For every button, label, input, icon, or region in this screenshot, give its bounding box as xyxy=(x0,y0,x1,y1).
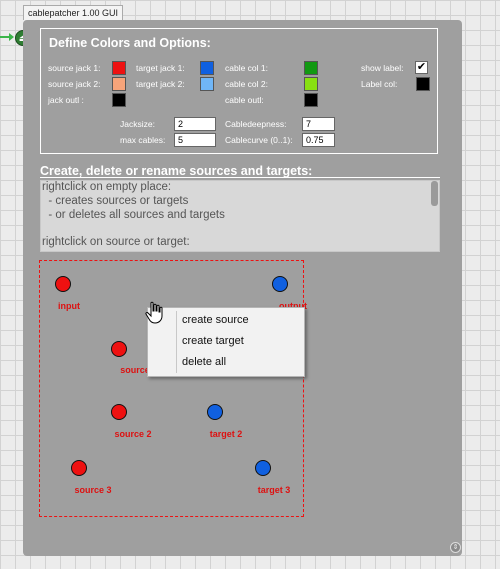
resize-handle-icon[interactable]: ⇕ xyxy=(450,542,461,553)
cable-col-1-label: cable col 1: xyxy=(225,63,268,73)
cable-outline-swatch[interactable] xyxy=(304,93,318,107)
cabledeepness-field[interactable]: 7 xyxy=(302,117,335,131)
max-cables-label: max cables: xyxy=(120,135,166,145)
cabledeepness-label: Cabledeepness: xyxy=(225,119,287,129)
source-jack-1-label: source jack 1: xyxy=(48,63,101,73)
help-line: rightclick on source or target: xyxy=(42,236,190,248)
patch-cord-arrow xyxy=(9,33,14,41)
source-jack-source[interactable] xyxy=(111,341,127,357)
menu-item-create-target[interactable]: create target xyxy=(148,331,304,352)
source-jack-input[interactable] xyxy=(55,276,71,292)
node-label-source-2: source 2 xyxy=(114,429,152,439)
cable-outline-label: cable outl: xyxy=(225,95,264,105)
cable-col-2-swatch[interactable] xyxy=(304,77,318,91)
node-label-target-3: target 3 xyxy=(257,485,291,495)
help-title-rule xyxy=(40,177,440,178)
show-label-checkbox[interactable]: ✔ xyxy=(415,61,428,74)
target-jack-2-label: target jack 2: xyxy=(136,79,185,89)
max-cables-field[interactable]: 5 xyxy=(174,133,216,147)
source-jack-source-3[interactable] xyxy=(71,460,87,476)
patch-canvas[interactable] xyxy=(39,260,304,517)
cablecurve-label: Cablecurve (0..1): xyxy=(225,135,293,145)
label-col-label: Label col: xyxy=(361,79,398,89)
menu-item-delete-all[interactable]: delete all xyxy=(148,352,304,373)
target-jack-target-3[interactable] xyxy=(255,460,271,476)
jacksize-field[interactable]: 2 xyxy=(174,117,216,131)
target-jack-output[interactable] xyxy=(272,276,288,292)
help-scrollbar[interactable] xyxy=(431,181,438,206)
help-line: - creates sources or targets xyxy=(42,195,189,207)
source-jack-1-swatch[interactable] xyxy=(112,61,126,75)
cable-col-1-swatch[interactable] xyxy=(304,61,318,75)
help-line: rightclick on empty place: xyxy=(42,181,172,193)
context-menu: create source create target delete all xyxy=(147,307,305,377)
target-jack-1-label: target jack 1: xyxy=(136,63,185,73)
target-jack-target-2[interactable] xyxy=(207,404,223,420)
jack-outline-swatch[interactable] xyxy=(112,93,126,107)
source-jack-2-label: source jack 2: xyxy=(48,79,101,89)
target-jack-2-swatch[interactable] xyxy=(200,77,214,91)
show-label-label: show label: xyxy=(361,63,404,73)
source-jack-2-swatch[interactable] xyxy=(112,77,126,91)
target-jack-1-swatch[interactable] xyxy=(200,61,214,75)
node-label-target-2: target 2 xyxy=(209,429,243,439)
cable-col-2-label: cable col 2: xyxy=(225,79,268,89)
jacksize-label: Jacksize: xyxy=(120,119,155,129)
hand-cursor-icon xyxy=(145,301,163,324)
node-label-source: source xyxy=(120,365,150,375)
help-textbox[interactable]: rightclick on empty place: - creates sou… xyxy=(40,180,440,252)
label-col-swatch[interactable] xyxy=(416,77,430,91)
node-label-source-3: source 3 xyxy=(74,485,112,495)
help-title: Create, delete or rename sources and tar… xyxy=(40,164,313,178)
jack-outline-label: jack outl : xyxy=(48,95,84,105)
help-line: - or deletes all sources and targets xyxy=(42,209,225,221)
cablecurve-field[interactable]: 0.75 xyxy=(302,133,335,147)
window-tab[interactable]: cablepatcher 1.00 GUI xyxy=(23,5,124,20)
source-jack-source-2[interactable] xyxy=(111,404,127,420)
menu-item-create-source[interactable]: create source xyxy=(148,310,304,331)
node-label-input: input xyxy=(58,301,80,311)
